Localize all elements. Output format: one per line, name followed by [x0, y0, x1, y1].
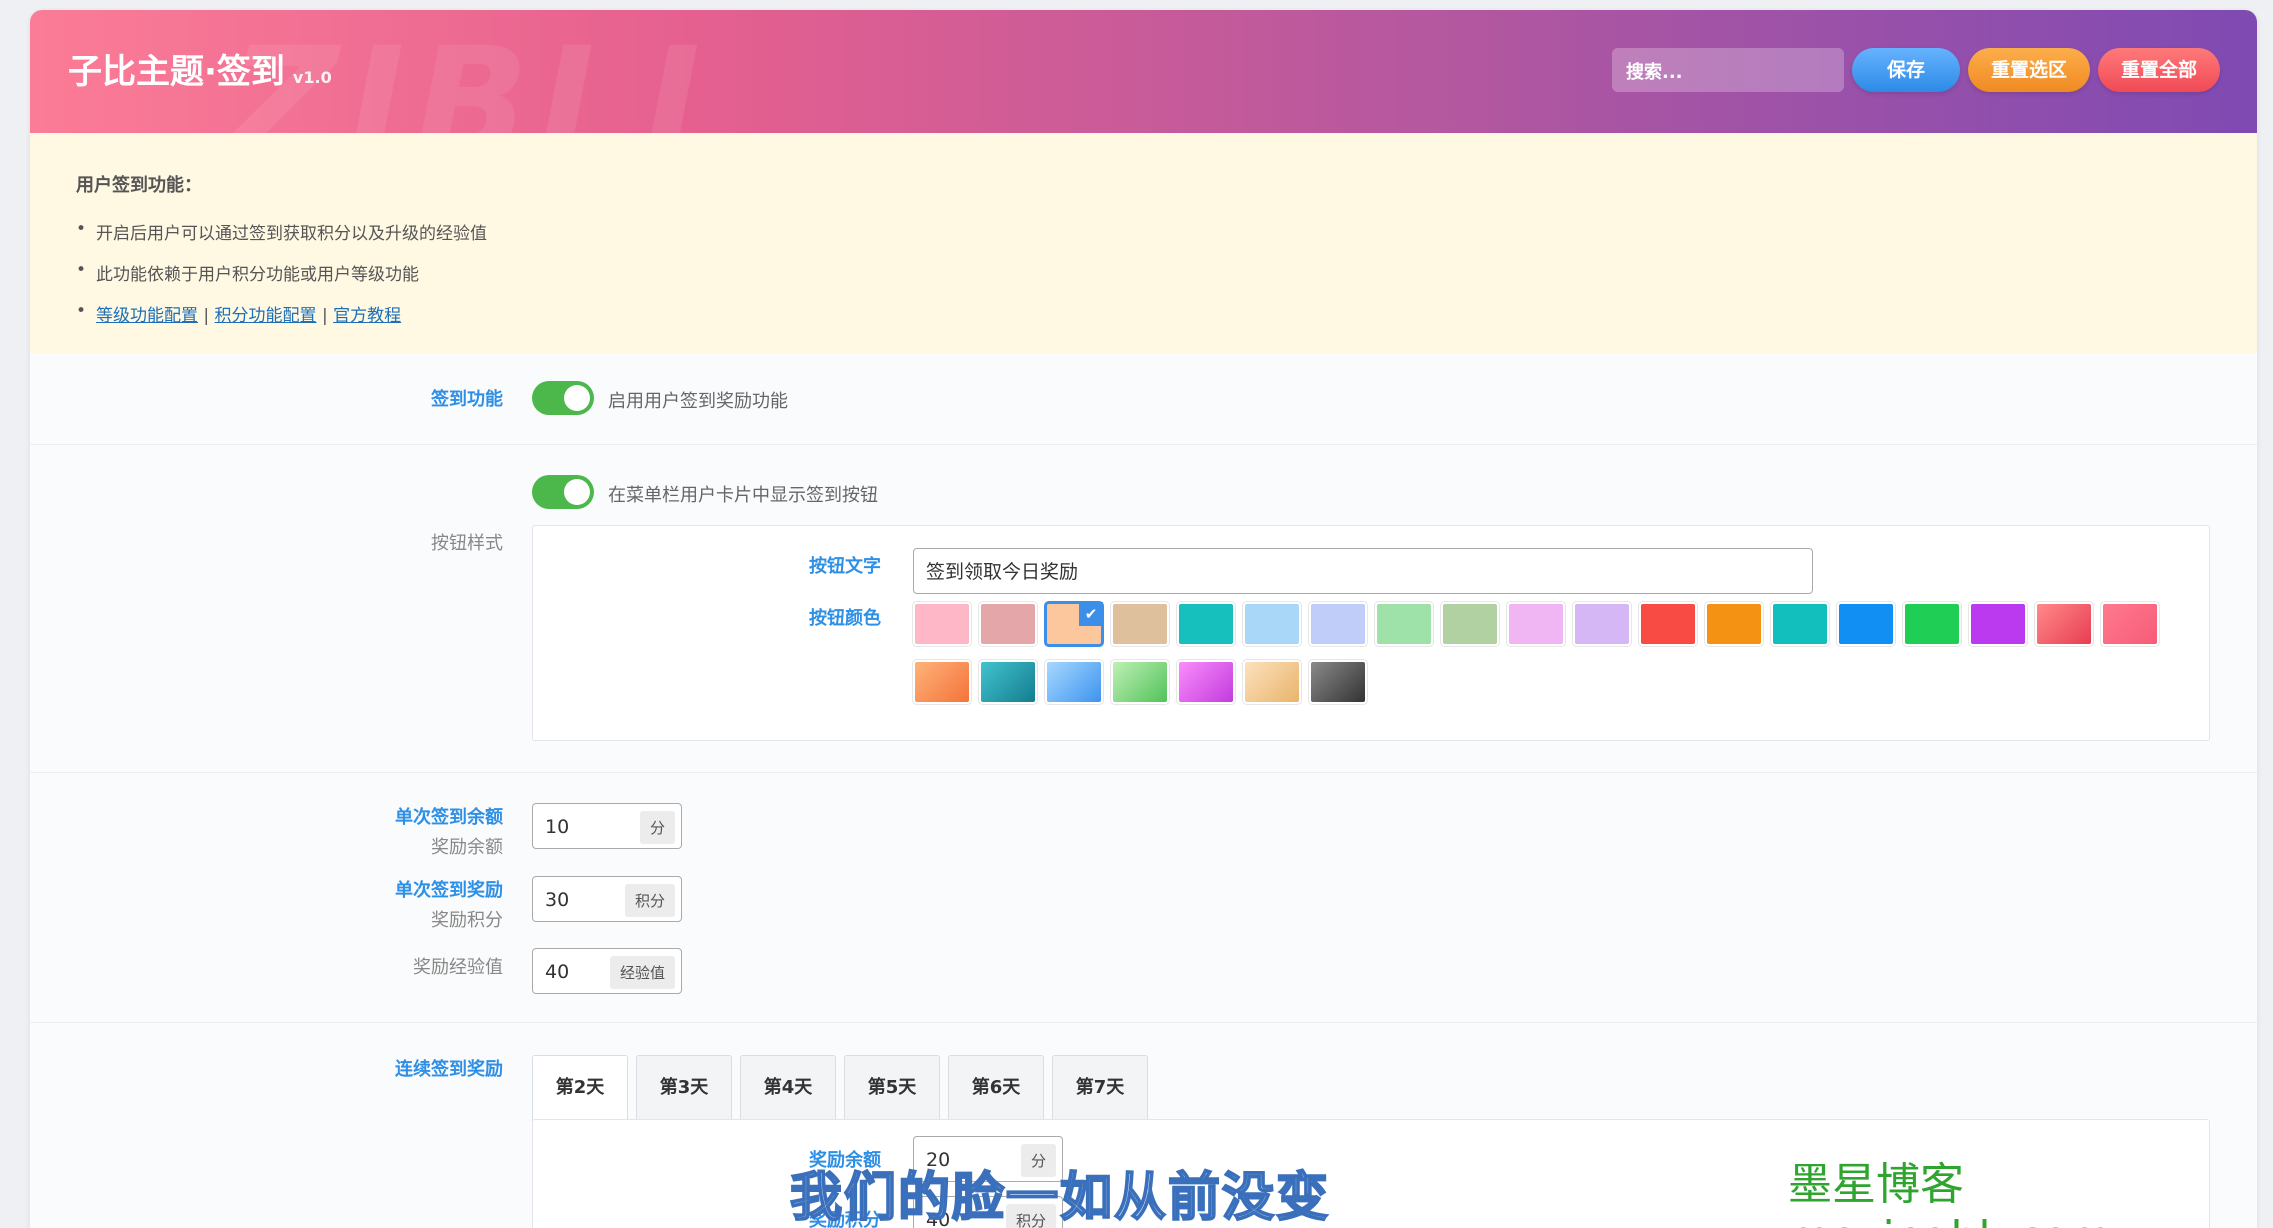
- tab-day2[interactable]: 第2天: [532, 1055, 628, 1121]
- balance-sublabel: 奖励余额: [431, 837, 503, 858]
- exp-label: 奖励经验值: [413, 957, 503, 978]
- color-swatch[interactable]: [1377, 604, 1431, 644]
- color-swatch[interactable]: [1179, 662, 1233, 702]
- signin-label: 签到功能: [431, 389, 503, 410]
- points-config-link[interactable]: 积分功能配置: [215, 306, 317, 326]
- color-swatch[interactable]: [1971, 604, 2025, 644]
- color-swatch[interactable]: ✔: [1047, 602, 1103, 644]
- button-text-label: 按钮文字: [809, 556, 881, 577]
- rewards-section: 单次签到余额 奖励余额 10 分 单次签到奖励 奖励积分 30 积分 奖励经验值…: [30, 773, 2257, 1023]
- color-swatch[interactable]: [1509, 604, 1563, 644]
- exp-unit: 经验值: [609, 956, 675, 989]
- site-watermark: 墨星博客moxingbk.com: [1788, 1159, 2112, 1228]
- points-input[interactable]: 30 积分: [532, 876, 682, 922]
- button-text-input[interactable]: 签到领取今日奖励: [913, 548, 1813, 594]
- color-swatch[interactable]: [915, 604, 969, 644]
- header-bar: ZIBLL 子比主题·签到 v1.0 搜索... 保存 重置选区 重置全部: [30, 10, 2257, 190]
- color-swatch[interactable]: [1905, 604, 1959, 644]
- link-separator: |: [203, 306, 210, 326]
- version-badge: v1.0: [292, 68, 332, 87]
- color-swatch[interactable]: [1575, 604, 1629, 644]
- points-label: 单次签到奖励: [395, 880, 503, 901]
- streak-label: 连续签到奖励: [395, 1059, 503, 1080]
- balance-input[interactable]: 10 分: [532, 803, 682, 849]
- color-swatch[interactable]: [981, 604, 1035, 644]
- exp-input[interactable]: 40 经验值: [532, 948, 682, 994]
- tab-day3[interactable]: 第3天: [636, 1055, 732, 1119]
- link-separator: |: [321, 306, 328, 326]
- color-swatch[interactable]: [1245, 604, 1299, 644]
- color-swatch[interactable]: [1641, 604, 1695, 644]
- video-subtitle: 我们的脸一如从前没变: [789, 1167, 1331, 1228]
- exp-value: 40: [545, 961, 570, 983]
- color-swatch[interactable]: [1839, 604, 1893, 644]
- points-value: 30: [545, 889, 570, 911]
- reset-all-button[interactable]: 重置全部: [2098, 48, 2220, 92]
- balance-label: 单次签到余额: [395, 807, 503, 828]
- save-button[interactable]: 保存: [1852, 48, 1960, 92]
- button-style-box: 按钮文字 签到领取今日奖励 按钮颜色 ✔: [532, 525, 2210, 741]
- color-swatch[interactable]: [1179, 604, 1233, 644]
- color-swatch[interactable]: [1707, 604, 1761, 644]
- level-config-link[interactable]: 等级功能配置: [96, 306, 198, 326]
- color-swatch[interactable]: [1773, 604, 1827, 644]
- reset-section-button[interactable]: 重置选区: [1968, 48, 2090, 92]
- color-swatch[interactable]: [2037, 604, 2091, 644]
- page-title-text: 子比主题·签到: [68, 52, 285, 92]
- color-swatch[interactable]: [1311, 662, 1365, 702]
- tab-day5[interactable]: 第5天: [844, 1055, 940, 1119]
- notice-heading: 用户签到功能：: [76, 175, 202, 196]
- tutorial-link[interactable]: 官方教程: [333, 306, 401, 326]
- tab-day6[interactable]: 第6天: [948, 1055, 1044, 1119]
- tab-day4[interactable]: 第4天: [740, 1055, 836, 1119]
- notice-box: 用户签到功能： 开启后用户可以通过签到获取积分以及升级的经验值 此功能依赖于用户…: [30, 133, 2257, 353]
- notice-item: 开启后用户可以通过签到获取积分以及升级的经验值: [76, 219, 2211, 244]
- signin-toggle[interactable]: [532, 381, 594, 415]
- color-swatch[interactable]: [1113, 662, 1167, 702]
- check-icon: ✔: [1079, 602, 1103, 626]
- button-color-label: 按钮颜色: [809, 608, 881, 629]
- page-title: 子比主题·签到 v1.0: [68, 44, 332, 93]
- color-swatch[interactable]: [2103, 604, 2157, 644]
- button-style-label: 按钮样式: [431, 533, 503, 554]
- balance-unit: 分: [639, 811, 675, 844]
- settings-panel: ZIBLL 子比主题·签到 v1.0 搜索... 保存 重置选区 重置全部 用户签…: [30, 10, 2257, 1228]
- notice-item: 此功能依赖于用户积分功能或用户等级功能: [76, 260, 2211, 285]
- balance-value: 10: [545, 816, 570, 838]
- color-swatch[interactable]: [1311, 604, 1365, 644]
- menu-button-toggle[interactable]: [532, 475, 594, 509]
- color-swatch[interactable]: [915, 662, 969, 702]
- color-swatch[interactable]: [1245, 662, 1299, 702]
- signin-section: 签到功能 启用用户签到奖励功能: [30, 353, 2257, 445]
- signin-toggle-desc: 启用用户签到奖励功能: [608, 391, 788, 412]
- notice-links: 等级功能配置 | 积分功能配置 | 官方教程: [76, 301, 2211, 326]
- button-style-section: 在菜单栏用户卡片中显示签到按钮 按钮样式 按钮文字 签到领取今日奖励 按钮颜色 …: [30, 445, 2257, 773]
- menu-button-toggle-desc: 在菜单栏用户卡片中显示签到按钮: [608, 485, 878, 506]
- color-swatch[interactable]: [1443, 604, 1497, 644]
- points-unit: 积分: [624, 884, 675, 917]
- color-swatch[interactable]: [981, 662, 1035, 702]
- points-sublabel: 奖励积分: [431, 910, 503, 931]
- color-swatch[interactable]: [1047, 662, 1101, 702]
- color-swatch[interactable]: [1113, 604, 1167, 644]
- search-input[interactable]: 搜索...: [1612, 48, 1844, 92]
- tab-day7[interactable]: 第7天: [1052, 1055, 1148, 1119]
- notice-list: 开启后用户可以通过签到获取积分以及升级的经验值 此功能依赖于用户积分功能或用户等…: [76, 219, 2211, 326]
